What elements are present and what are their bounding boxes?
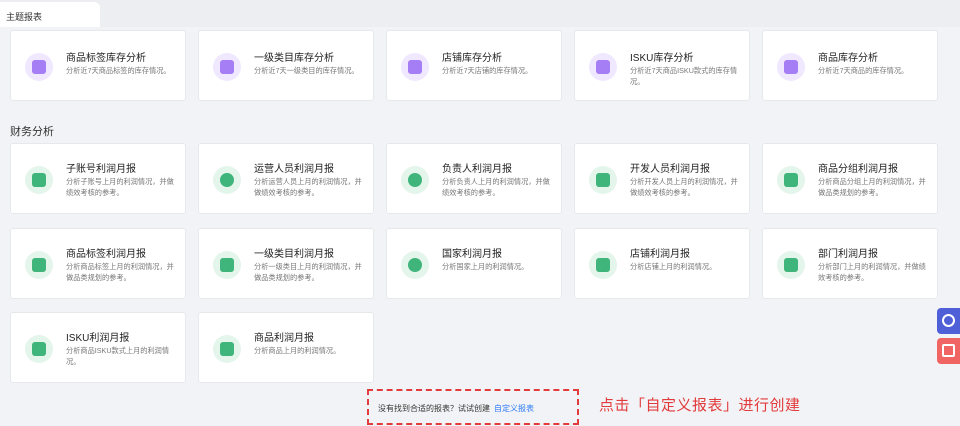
developer-card-icon bbox=[589, 166, 617, 194]
card-desc: 分析运营人员上月的利润情况，并做绩效考核的参考。 bbox=[254, 177, 362, 197]
report-card-category-profit[interactable]: 一级类目利润月报 分析一级类目上月的利润情况，并做品类规划的参考。 bbox=[198, 228, 374, 299]
report-card-developer-profit[interactable]: 开发人员利润月报 分析开发人员上月的利润情况，并做绩效考核的参考。 bbox=[574, 143, 750, 214]
isku-icon bbox=[25, 335, 53, 363]
section-title-finance: 财务分析 bbox=[10, 126, 54, 138]
report-card-isku-profit[interactable]: ISKU利润月报 分析商品ISKU款式上月的利润情况。 bbox=[10, 312, 186, 383]
card-desc: 分析商品分组上月的利润情况，并做品类规划的参考。 bbox=[818, 177, 926, 197]
card-title: ISKU库存分析 bbox=[630, 53, 694, 64]
card-title: 商品分组利润月报 bbox=[818, 164, 898, 175]
card-desc: 分析店铺上月的利润情况。 bbox=[630, 262, 717, 271]
customer-service-button[interactable] bbox=[937, 308, 960, 334]
tag-icon bbox=[25, 53, 53, 81]
card-desc: 分析负责人上月的利润情况，并做绩效考核的参考。 bbox=[442, 177, 550, 197]
card-title: 子账号利润月报 bbox=[66, 164, 136, 175]
report-card-subaccount-profit[interactable]: 子账号利润月报 分析子账号上月的利润情况，并做绩效考核的参考。 bbox=[10, 143, 186, 214]
report-card-category-inventory[interactable]: 一级类目库存分析 分析近7天一级类目的库存情况。 bbox=[198, 30, 374, 101]
report-card-department-profit[interactable]: 部门利润月报 分析部门上月的利润情况，并做绩效考核的参考。 bbox=[762, 228, 938, 299]
store-icon bbox=[401, 53, 429, 81]
card-desc: 分析近7天商品ISKU款式的库存情况。 bbox=[630, 66, 738, 86]
card-title: 一级类目利润月报 bbox=[254, 249, 334, 260]
report-card-product-profit[interactable]: 商品利润月报 分析商品上月的利润情况。 bbox=[198, 312, 374, 383]
prompt-text: 没有找到合适的报表？试试创建 bbox=[378, 404, 490, 413]
person-icon bbox=[401, 166, 429, 194]
report-card-tag-inventory[interactable]: 商品标签库存分析 分析近7天商品标签的库存情况。 bbox=[10, 30, 186, 101]
card-title: 开发人员利润月报 bbox=[630, 164, 710, 175]
card-desc: 分析商品上月的利润情况。 bbox=[254, 346, 341, 355]
layers-icon bbox=[777, 166, 805, 194]
card-title: 负责人利润月报 bbox=[442, 164, 512, 175]
isku-icon bbox=[589, 53, 617, 81]
card-desc: 分析国家上月的利润情况。 bbox=[442, 262, 529, 271]
custom-report-link[interactable]: 自定义报表 bbox=[494, 404, 534, 413]
gift-button[interactable] bbox=[937, 338, 960, 364]
card-title: 店铺库存分析 bbox=[442, 53, 502, 64]
card-title: 运营人员利润月报 bbox=[254, 164, 334, 175]
card-desc: 分析一级类目上月的利润情况，并做品类规划的参考。 bbox=[254, 262, 362, 282]
box-icon bbox=[777, 53, 805, 81]
category-search-icon bbox=[213, 251, 241, 279]
card-title: 店铺利润月报 bbox=[630, 249, 690, 260]
card-desc: 分析近7天商品标签的库存情况。 bbox=[66, 66, 171, 75]
tab-bar: 主题报表 bbox=[0, 0, 960, 27]
card-desc: 分析部门上月的利润情况，并做绩效考核的参考。 bbox=[818, 262, 926, 282]
category-search-icon bbox=[213, 53, 241, 81]
store-icon bbox=[589, 251, 617, 279]
report-card-operator-profit[interactable]: 运营人员利润月报 分析运营人员上月的利润情况，并做绩效考核的参考。 bbox=[198, 143, 374, 214]
card-desc: 分析近7天店铺的库存情况。 bbox=[442, 66, 533, 75]
card-title: 商品库存分析 bbox=[818, 53, 878, 64]
box-icon bbox=[213, 335, 241, 363]
card-desc: 分析商品标签上月的利润情况，并做品类规划的参考。 bbox=[66, 262, 174, 282]
card-title: 一级类目库存分析 bbox=[254, 53, 334, 64]
card-desc: 分析商品ISKU款式上月的利润情况。 bbox=[66, 346, 170, 366]
org-tree-icon bbox=[25, 166, 53, 194]
card-title: ISKU利润月报 bbox=[66, 333, 130, 344]
card-desc: 分析近7天商品的库存情况。 bbox=[818, 66, 909, 75]
card-desc: 分析子账号上月的利润情况，并做绩效考核的参考。 bbox=[66, 177, 174, 197]
custom-report-prompt: 没有找到合适的报表？试试创建 自定义报表 bbox=[378, 403, 534, 414]
card-desc: 分析开发人员上月的利润情况，并做绩效考核的参考。 bbox=[630, 177, 738, 197]
card-title: 部门利润月报 bbox=[818, 249, 878, 260]
globe-icon bbox=[401, 251, 429, 279]
operator-icon bbox=[213, 166, 241, 194]
tab-theme-reports[interactable]: 主题报表 bbox=[0, 2, 100, 27]
card-title: 国家利润月报 bbox=[442, 249, 502, 260]
team-icon bbox=[777, 251, 805, 279]
tag-icon bbox=[25, 251, 53, 279]
card-title: 商品利润月报 bbox=[254, 333, 314, 344]
report-card-store-inventory[interactable]: 店铺库存分析 分析近7天店铺的库存情况。 bbox=[386, 30, 562, 101]
report-card-isku-inventory[interactable]: ISKU库存分析 分析近7天商品ISKU款式的库存情况。 bbox=[574, 30, 750, 101]
report-card-owner-profit[interactable]: 负责人利润月报 分析负责人上月的利润情况，并做绩效考核的参考。 bbox=[386, 143, 562, 214]
card-title: 商品标签利润月报 bbox=[66, 249, 146, 260]
report-card-store-profit[interactable]: 店铺利润月报 分析店铺上月的利润情况。 bbox=[574, 228, 750, 299]
report-card-tag-profit[interactable]: 商品标签利润月报 分析商品标签上月的利润情况，并做品类规划的参考。 bbox=[10, 228, 186, 299]
report-card-country-profit[interactable]: 国家利润月报 分析国家上月的利润情况。 bbox=[386, 228, 562, 299]
report-card-product-group-profit[interactable]: 商品分组利润月报 分析商品分组上月的利润情况，并做品类规划的参考。 bbox=[762, 143, 938, 214]
card-title: 商品标签库存分析 bbox=[66, 53, 146, 64]
annotation-callout: 点击「自定义报表」进行创建 bbox=[599, 397, 801, 414]
gift-icon bbox=[942, 344, 955, 357]
report-card-product-inventory[interactable]: 商品库存分析 分析近7天商品的库存情况。 bbox=[762, 30, 938, 101]
card-desc: 分析近7天一级类目的库存情况。 bbox=[254, 66, 359, 75]
customer-service-icon bbox=[942, 314, 955, 327]
